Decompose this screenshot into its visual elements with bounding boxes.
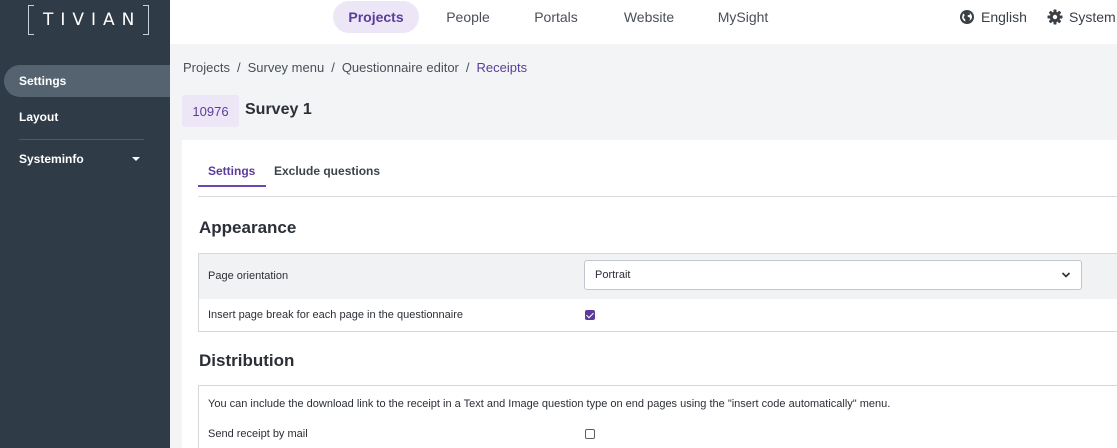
logo-bracket-right bbox=[143, 5, 150, 35]
nav-item-label: Portals bbox=[534, 9, 578, 25]
nav-item-label: Projects bbox=[348, 9, 404, 25]
breadcrumb: Projects / Survey menu / Questionnaire edito… bbox=[183, 60, 527, 75]
nav-item-label: People bbox=[446, 9, 490, 25]
tabs-divider bbox=[198, 196, 1117, 197]
survey-id: 10976 bbox=[192, 103, 229, 119]
nav-item-projects[interactable]: Projects bbox=[333, 1, 419, 33]
page-orientation-value: Portrait bbox=[595, 269, 631, 281]
nav-item-label: Website bbox=[623, 9, 675, 25]
breadcrumb-item-projects[interactable]: Projects bbox=[183, 60, 230, 75]
nav-item-label: MySight bbox=[717, 9, 769, 25]
gear-icon bbox=[1047, 9, 1063, 25]
page-orientation-row: Page orientation Portrait bbox=[199, 254, 1117, 299]
sidebar-item-layout[interactable]: Layout bbox=[0, 101, 170, 133]
send-by-mail-checkbox[interactable] bbox=[585, 429, 595, 439]
nav-item-website[interactable]: Website bbox=[611, 1, 687, 33]
distribution-info-row: You can include the download link to the… bbox=[199, 386, 1117, 418]
system-menu[interactable]: System bbox=[1047, 8, 1116, 26]
active-tab-indicator bbox=[198, 185, 266, 187]
section-title-distribution: Distribution bbox=[199, 351, 295, 370]
distribution-info-text: You can include the download link to the… bbox=[208, 398, 891, 410]
page-break-row: Insert page break for each page in the q… bbox=[199, 299, 1117, 331]
nav-item-mysight[interactable]: MySight bbox=[705, 1, 781, 33]
page-break-checkbox[interactable] bbox=[585, 310, 595, 320]
send-by-mail-label: Send receipt by mail bbox=[208, 428, 308, 440]
logo-text: TIVIAN bbox=[43, 10, 142, 30]
caret-down-icon bbox=[132, 157, 140, 161]
nav-item-portals[interactable]: Portals bbox=[521, 1, 591, 33]
page-title: Survey 1 bbox=[245, 101, 312, 118]
distribution-panel: You can include the download link to the… bbox=[198, 385, 1117, 448]
tivian-logo[interactable]: TIVIAN bbox=[28, 4, 150, 36]
appearance-panel: Page orientation Portrait Insert page br… bbox=[198, 253, 1117, 332]
sidebar-item-label: Layout bbox=[19, 110, 59, 124]
send-by-mail-row: Send receipt by mail bbox=[199, 418, 1117, 448]
breadcrumb-separator: / bbox=[465, 60, 470, 75]
receipt-settings-card: Settings Exclude questions Appearance Pa… bbox=[182, 140, 1117, 448]
breadcrumb-item-survey-menu[interactable]: Survey menu bbox=[248, 60, 325, 75]
section-title-appearance: Appearance bbox=[199, 218, 297, 237]
breadcrumb-separator: / bbox=[236, 60, 241, 75]
page-orientation-select[interactable]: Portrait bbox=[584, 260, 1082, 290]
sidebar-item-settings[interactable]: Settings bbox=[4, 65, 170, 97]
sidebar-item-label: Systeminfo bbox=[19, 152, 84, 166]
language-label: English bbox=[981, 9, 1027, 25]
tab-exclude-questions[interactable]: Exclude questions bbox=[274, 164, 380, 178]
survey-id-badge: 10976 bbox=[182, 95, 239, 127]
breadcrumb-item-questionnaire-editor[interactable]: Questionnaire editor bbox=[342, 60, 459, 75]
sidebar-item-systeminfo[interactable]: Systeminfo bbox=[0, 143, 170, 175]
page-break-label: Insert page break for each page in the q… bbox=[208, 309, 464, 321]
nav-item-people[interactable]: People bbox=[434, 1, 502, 33]
top-navigation-bar: Projects People Portals Website MySight … bbox=[170, 0, 1117, 44]
system-label: System bbox=[1069, 9, 1116, 25]
tab-settings[interactable]: Settings bbox=[208, 164, 255, 178]
sidebar-item-label: Settings bbox=[19, 74, 67, 88]
chevron-down-icon bbox=[1061, 272, 1071, 278]
page-orientation-label: Page orientation bbox=[208, 270, 289, 282]
language-selector[interactable]: English bbox=[959, 8, 1027, 26]
breadcrumb-item-receipts: Receipts bbox=[476, 60, 528, 75]
globe-icon bbox=[960, 10, 974, 24]
sidebar: TIVIAN Settings Layout Systeminfo bbox=[0, 0, 170, 448]
sidebar-divider bbox=[19, 139, 144, 140]
breadcrumb-separator: / bbox=[331, 60, 335, 75]
